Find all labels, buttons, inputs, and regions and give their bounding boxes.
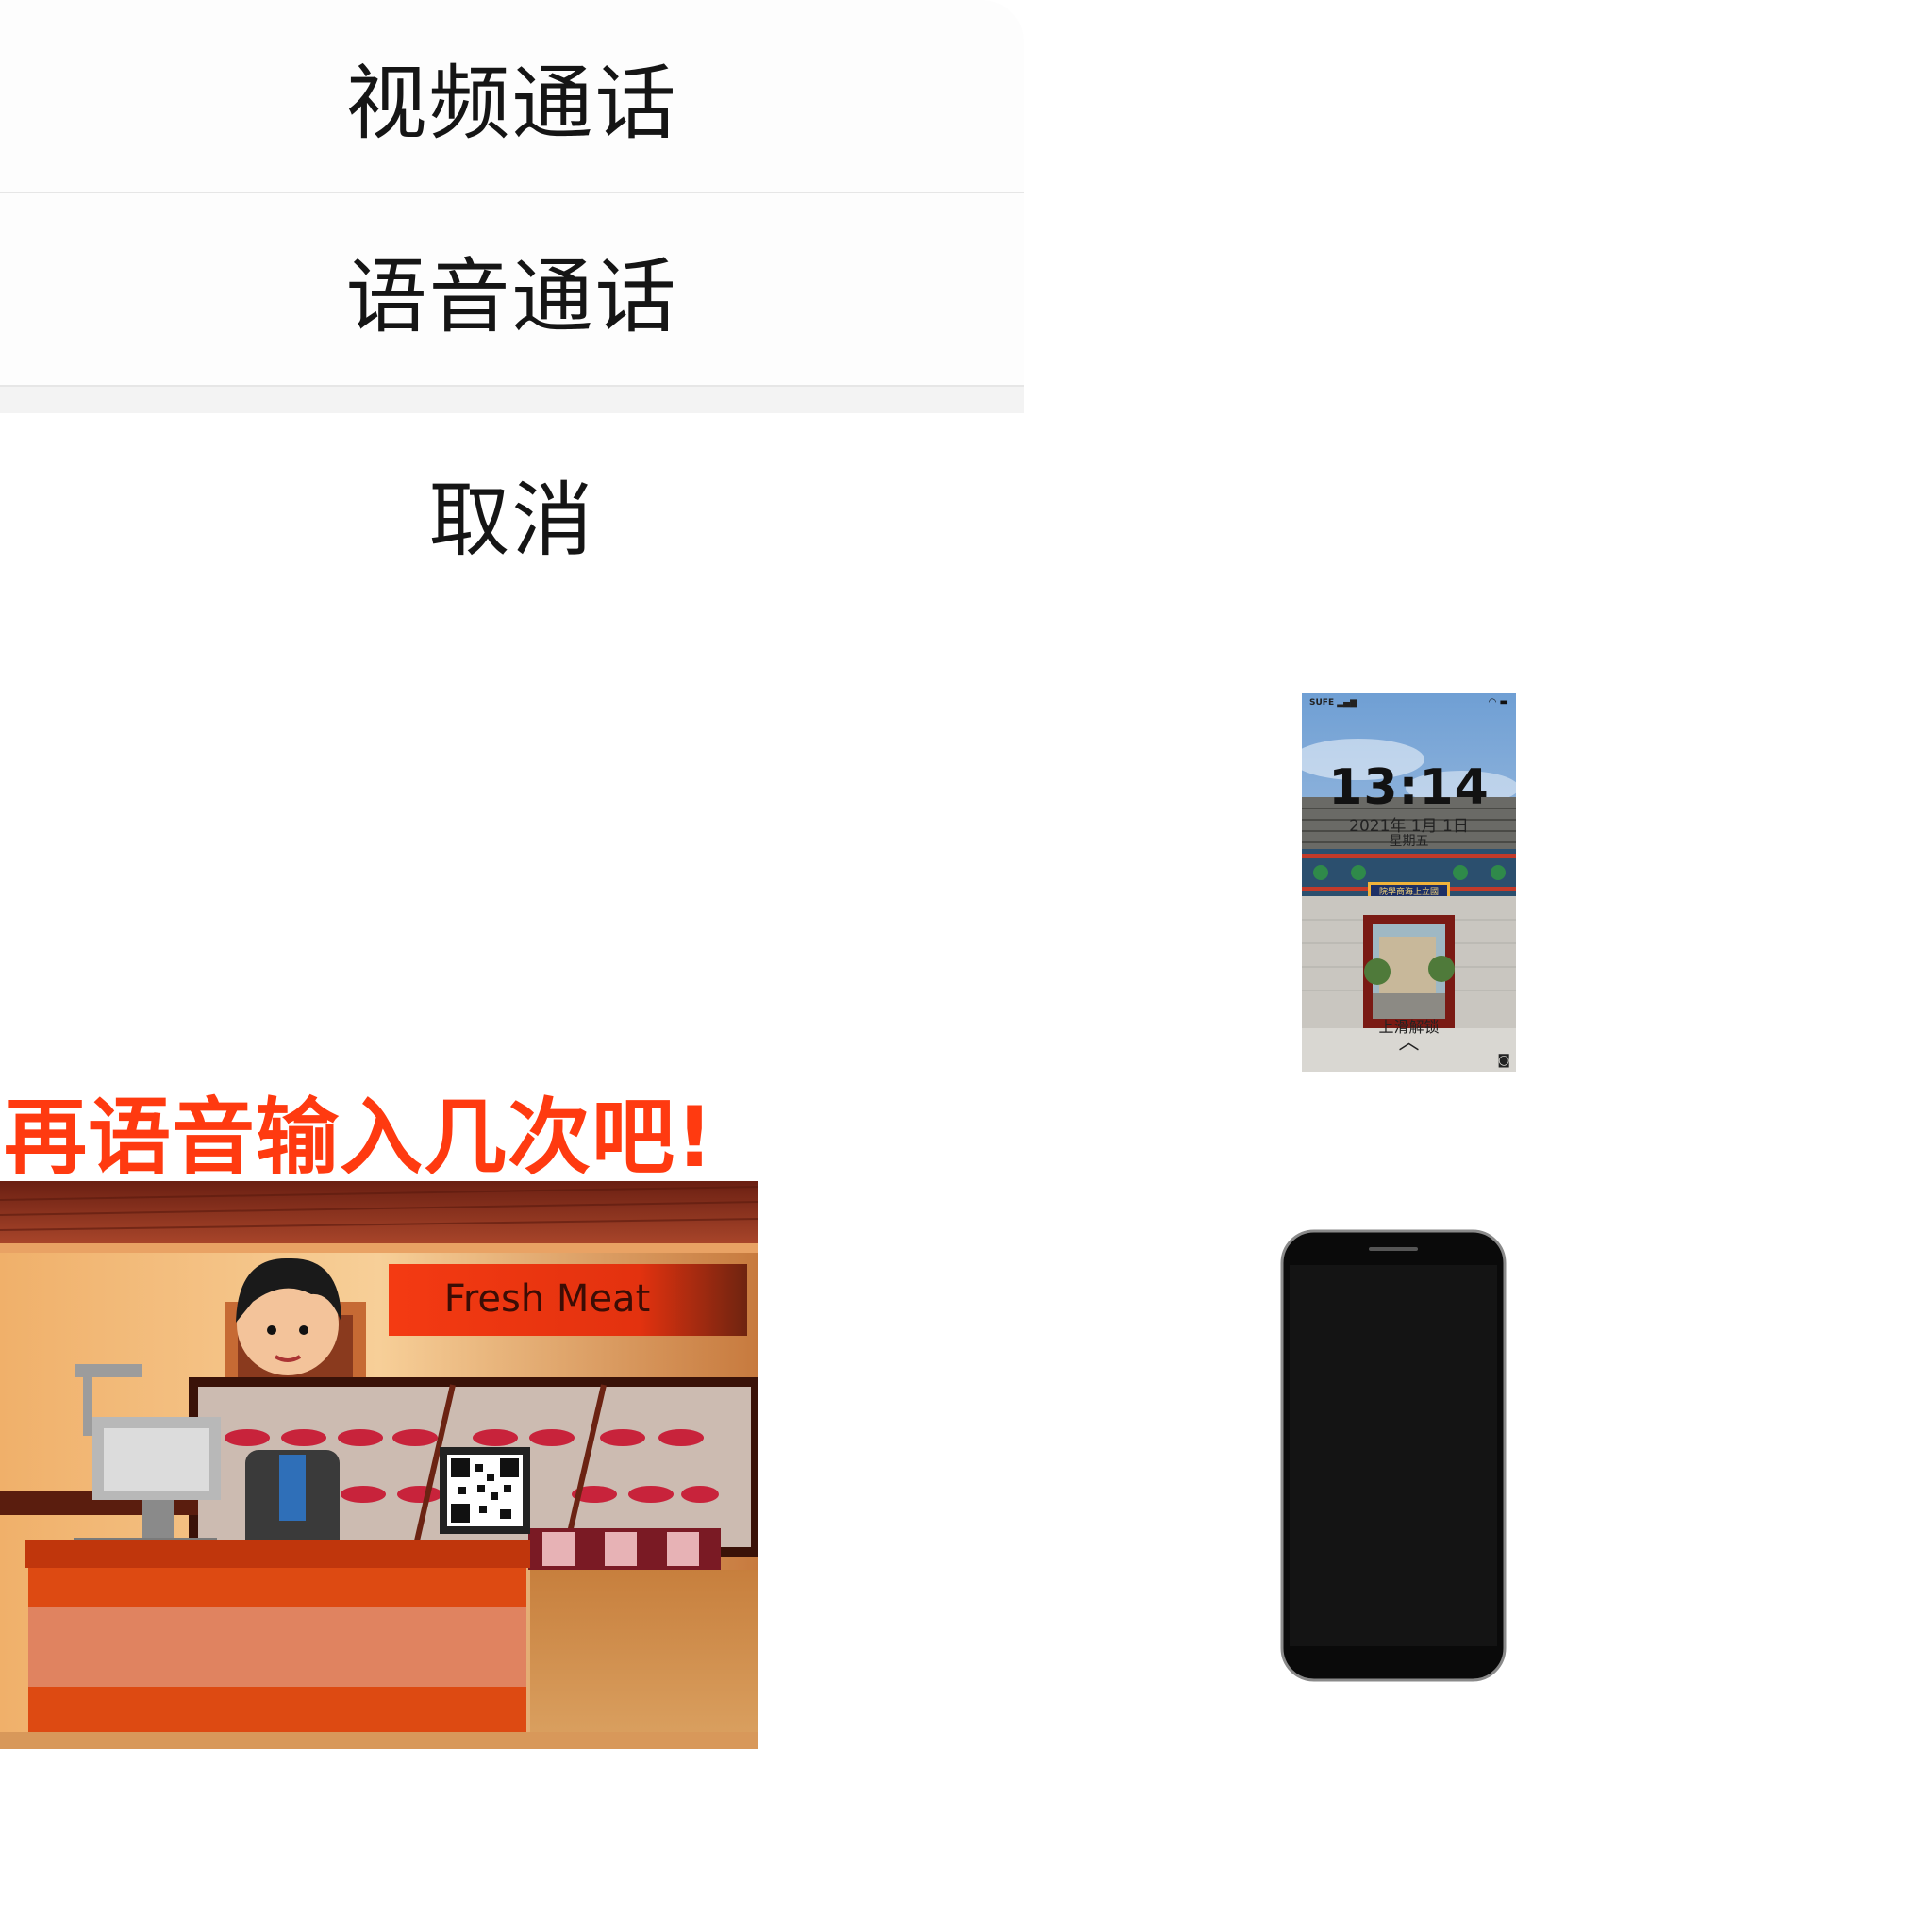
cancel-label: 取消 bbox=[428, 473, 595, 568]
camera-icon[interactable]: ◙ bbox=[1497, 1053, 1510, 1068]
battery-icon: ▬ bbox=[1499, 697, 1508, 708]
clock-weekday: 星期五 bbox=[1389, 834, 1429, 849]
promo-banner: 再语音输入几次吧! bbox=[4, 1089, 715, 1186]
clock-time: 13:14 bbox=[1328, 759, 1490, 816]
video-call-button[interactable]: 视频通话 bbox=[0, 0, 1024, 193]
voice-call-button[interactable]: 语音通话 bbox=[0, 193, 1024, 387]
phone-outline-image bbox=[1280, 1229, 1507, 1682]
sheet-divider bbox=[0, 387, 1024, 413]
wifi-icon: ◠ bbox=[1488, 697, 1497, 708]
carrier-label: SUFE ▂▄▆ bbox=[1309, 698, 1357, 708]
action-sheet: 视频通话 语音通话 取消 bbox=[0, 0, 1024, 585]
lock-screen-preview: 院學商海上立國 SUFE ▂▄▆ ◠ ▬ 13:14 2021年 1月 1日 星… bbox=[1302, 693, 1516, 1072]
gate-plaque: 院學商海上立國 bbox=[1379, 886, 1439, 897]
fresh-meat-sign: Fresh Meat bbox=[444, 1277, 651, 1321]
video-call-label: 视频通话 bbox=[345, 57, 678, 151]
cancel-button[interactable]: 取消 bbox=[0, 413, 1024, 585]
voice-call-label: 语音通话 bbox=[345, 250, 678, 344]
butcher-shop-illustration: Fresh Meat bbox=[0, 1181, 758, 1749]
chevron-up-icon[interactable]: ︿ bbox=[1302, 1025, 1516, 1056]
signal-icon: ▂▄▆ bbox=[1337, 698, 1357, 708]
